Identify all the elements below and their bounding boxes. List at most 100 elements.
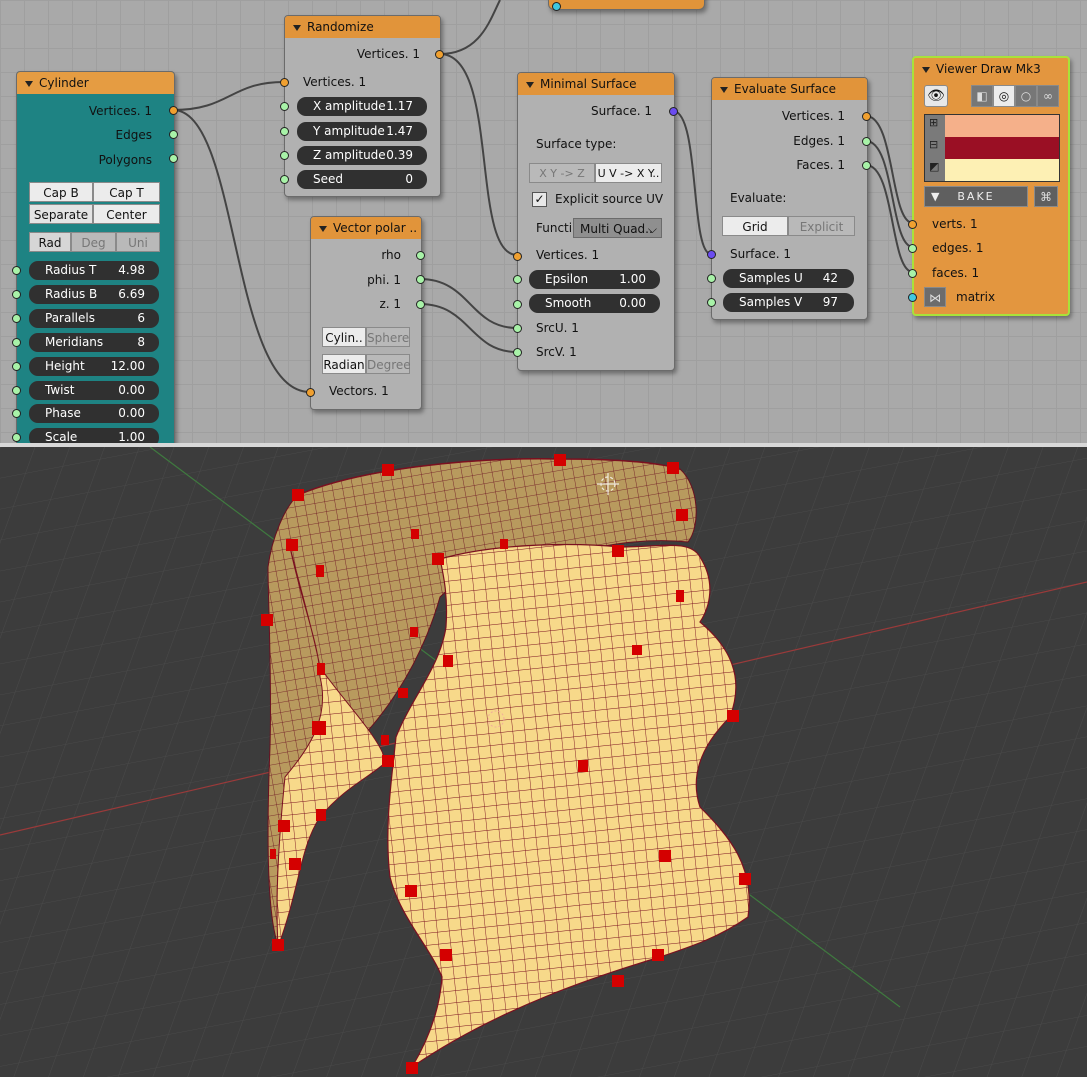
eye-toggle[interactable]: 👁 [924,85,948,107]
viewer-verts-socket[interactable] [908,220,917,229]
viewer-draw-node[interactable]: Viewer Draw Mk3 👁 ◧ ◎ ○ ∞ ⊞ ⊟ ◩ ▼ BAKE ⌘ … [908,56,1070,316]
twist-socket[interactable] [12,386,21,395]
unit-deg[interactable]: Deg [71,232,116,252]
control-point[interactable] [443,655,453,667]
display-mode-link[interactable]: ∞ [1037,85,1059,107]
control-point[interactable] [316,809,326,821]
control-point[interactable] [312,721,326,735]
control-point[interactable] [652,949,664,961]
samples-u-field[interactable]: Samples U 42 [723,269,854,288]
evaluate-surface-node-header[interactable]: Evaluate Surface [712,78,867,100]
viewport-canvas[interactable] [0,447,1087,1077]
control-point[interactable] [676,509,688,521]
samples-v-field[interactable]: Samples V 97 [723,293,854,312]
unit-uni[interactable]: Uni [116,232,160,252]
vector-polar-node[interactable]: Vector polar .. rho phi. 1 z. 1 Cylin.. … [306,216,425,410]
angle-degree[interactable]: Degree [366,354,411,374]
y-amplitude-socket[interactable] [280,127,289,136]
minimal-surface-node[interactable]: Minimal Surface Surface. 1 Surface type:… [513,72,678,371]
randomize-node[interactable]: Randomize Vertices. 1 Vertices. 1 X ampl… [280,15,444,197]
control-point[interactable] [316,565,324,577]
cylinder-vertices-socket[interactable] [169,106,178,115]
height-field[interactable]: Height 12.00 [29,357,159,376]
height-socket[interactable] [12,362,21,371]
radius-b-socket[interactable] [12,290,21,299]
radius-t-socket[interactable] [12,266,21,275]
srcu-socket[interactable] [513,324,522,333]
viewer-node-header[interactable]: Viewer Draw Mk3 [914,58,1068,80]
collapse-triangle-icon[interactable] [293,24,301,31]
samples-u-socket[interactable] [707,274,716,283]
cap-b-toggle[interactable]: Cap B [29,182,93,202]
face-color-swatch[interactable] [945,159,1059,181]
mode-explicit[interactable]: Explicit [788,216,855,236]
evaluate-surface-node[interactable]: Evaluate Surface Vertices. 1 Edges. 1 Fa… [707,77,871,320]
control-point[interactable] [676,590,684,602]
viewer-edges-socket[interactable] [908,244,917,253]
node-editor[interactable]: Cylinder Vertices. 1 Edges Polygons Cap … [0,0,1087,443]
meridians-socket[interactable] [12,338,21,347]
control-point[interactable] [272,939,284,951]
evaluate-vertices-socket[interactable] [862,112,871,121]
edge-color-swatch[interactable] [945,137,1059,159]
epsilon-socket[interactable] [513,275,522,284]
control-point[interactable] [612,975,624,987]
display-mode-sphere[interactable]: ○ [1015,85,1037,107]
type-xy-z[interactable]: X Y -> Z [529,163,595,183]
control-point[interactable] [659,850,671,862]
control-point[interactable] [739,873,751,885]
radius-t-field[interactable]: Radius T 4.98 [29,261,159,280]
offscreen-node[interactable] [548,0,705,11]
control-point[interactable] [381,735,389,745]
control-point[interactable] [612,545,624,557]
collapse-triangle-icon[interactable] [922,66,930,73]
coord-cylindrical[interactable]: Cylin.. [322,327,366,347]
twist-field[interactable]: Twist 0.00 [29,381,159,400]
cylinder-polygons-socket[interactable] [169,154,178,163]
vertex-color-swatch[interactable] [945,115,1059,137]
y-amplitude-field[interactable]: Y amplitude 1.47 [297,122,427,141]
vertex-color-row[interactable]: ⊞ ⊟ ◩ [924,114,1060,182]
coord-spherical[interactable]: Sphere [366,327,410,347]
evaluate-faces-socket[interactable] [862,161,871,170]
minimal-surface-node-header[interactable]: Minimal Surface [518,73,674,95]
display-mode-cube[interactable]: ◧ [971,85,993,107]
vertex-color-icon-cell[interactable]: ⊞ [925,115,945,137]
control-point[interactable] [398,688,408,698]
control-point[interactable] [632,645,642,655]
seed-socket[interactable] [280,175,289,184]
center-toggle[interactable]: Center [93,204,160,224]
control-point[interactable] [405,885,417,897]
parallels-socket[interactable] [12,314,21,323]
control-point[interactable] [286,539,298,551]
srcv-socket[interactable] [513,348,522,357]
mode-grid[interactable]: Grid [722,216,788,236]
control-point[interactable] [292,489,304,501]
control-point[interactable] [554,454,566,466]
control-point[interactable] [727,710,739,722]
collapse-triangle-icon[interactable] [319,225,327,232]
minimal-vertices-socket[interactable] [513,252,522,261]
function-dropdown[interactable]: Multi Quad.. ⌵ [573,218,662,238]
control-point[interactable] [440,949,452,961]
parallels-field[interactable]: Parallels 6 [29,309,159,328]
control-point[interactable] [289,858,301,870]
surface-out-socket[interactable] [669,107,678,116]
radius-b-field[interactable]: Radius B 6.69 [29,285,159,304]
randomize-node-header[interactable]: Randomize [285,16,440,38]
phase-field[interactable]: Phase 0.00 [29,404,159,423]
edge-color-icon-cell[interactable]: ⊟ [925,137,945,159]
control-point[interactable] [432,553,444,565]
control-point[interactable] [278,820,290,832]
collapse-triangle-icon[interactable] [720,86,728,93]
bake-options-button[interactable]: ⌘ [1034,186,1058,207]
control-point[interactable] [411,529,419,539]
scale-socket[interactable] [12,433,21,442]
control-point[interactable] [410,627,418,637]
bake-button[interactable]: ▼ BAKE [924,186,1028,207]
matrix-icon-button[interactable]: ⋈ [924,287,946,307]
phi-socket[interactable] [416,275,425,284]
smooth-field[interactable]: Smooth 0.00 [529,294,660,313]
offscreen-node-socket[interactable] [552,2,561,11]
angle-radian[interactable]: Radian [322,354,366,374]
